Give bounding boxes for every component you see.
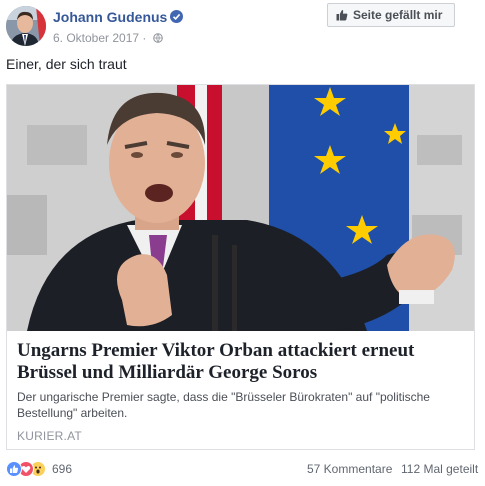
thumbs-up-icon [336,9,348,21]
meta-separator: · [142,31,147,45]
reactions-summary[interactable]: 696 [6,460,72,478]
post-text: Einer, der sich traut [6,56,127,72]
link-preview-card[interactable]: Ungarns Premier Viktor Orban attackiert … [6,84,475,450]
globe-icon [152,32,163,43]
reaction-count: 696 [52,462,73,476]
post-meta: 6. Oktober 2017 · [53,31,163,45]
post-footer: 696 57 Kommentare 112 Mal geteilt [6,456,481,480]
article-title[interactable]: Ungarns Premier Viktor Orban attackiert … [17,340,467,384]
like-reaction-icon [6,461,22,477]
verified-badge-icon [170,10,184,23]
post-date[interactable]: 6. Oktober 2017 [53,31,139,45]
author-avatar[interactable] [6,6,46,46]
like-page-button[interactable]: Seite gefällt mir [327,3,455,27]
comments-count-link[interactable]: 57 Kommentare [307,462,392,476]
shares-count-link[interactable]: 112 Mal geteilt [401,462,478,476]
article-domain: KURIER.AT [17,429,82,443]
author-name-row: Johann Gudenus [53,9,184,25]
author-name[interactable]: Johann Gudenus [53,9,167,25]
article-description: Der ungarische Premier sagte, dass die "… [17,390,430,420]
article-image[interactable] [7,85,474,331]
like-page-label: Seite gefällt mir [353,8,443,22]
